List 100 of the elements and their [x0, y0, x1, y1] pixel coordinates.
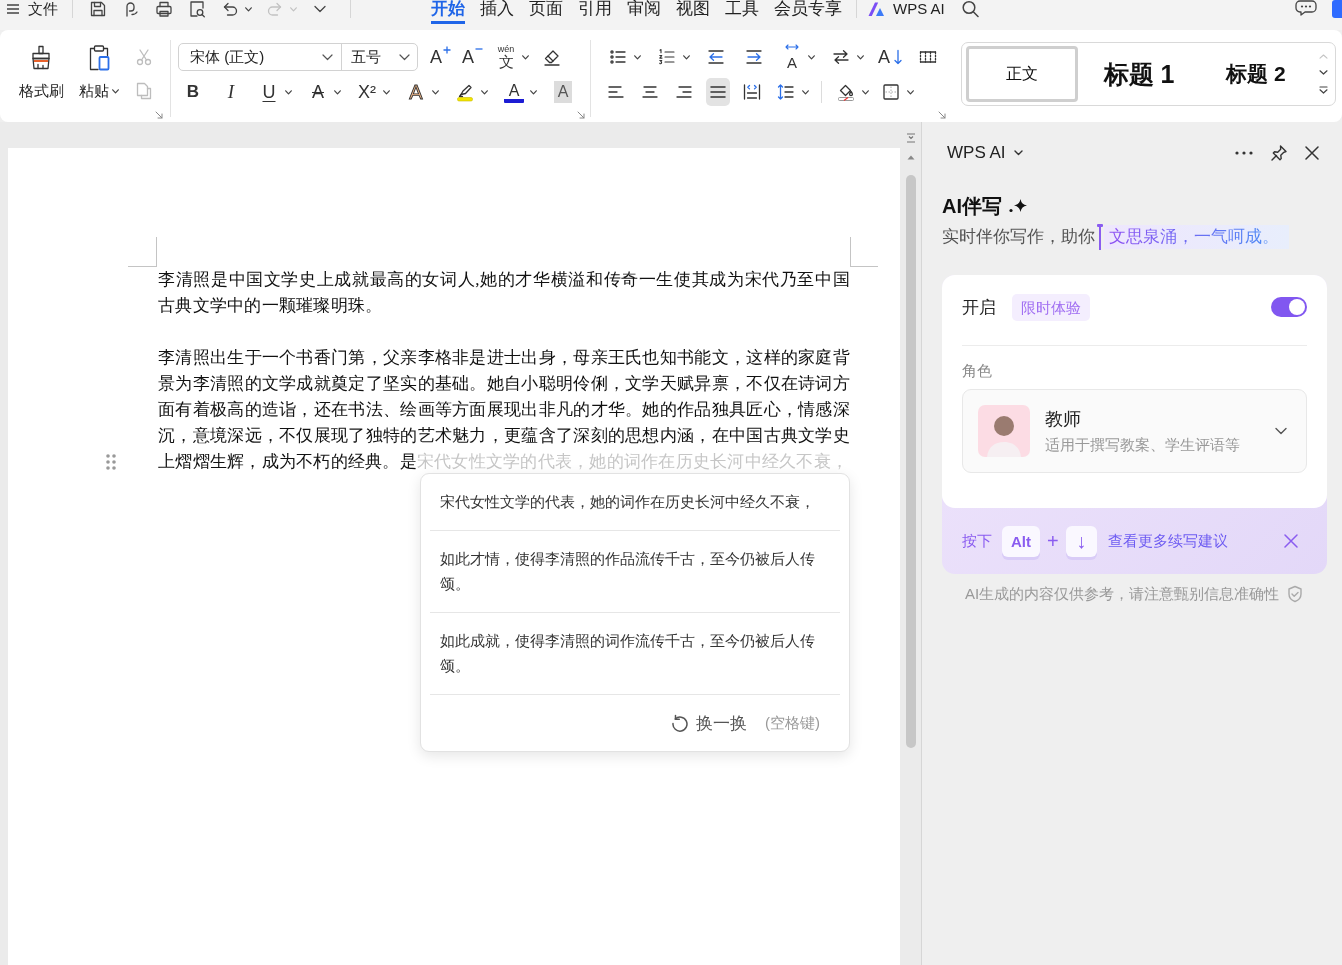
panel-title-dropdown[interactable]: WPS AI — [947, 143, 1023, 163]
caret-icon[interactable] — [808, 54, 815, 60]
style-option[interactable]: 标题 2 — [1200, 46, 1312, 102]
trial-badge: 限时体验 — [1012, 293, 1090, 321]
shortcut-hint: (空格键) — [765, 713, 820, 733]
border-grid-icon[interactable] — [881, 82, 901, 102]
sort-button[interactable]: A — [878, 43, 902, 71]
app-tile-icon[interactable] — [1332, 0, 1342, 18]
suggestion-option[interactable]: 如此才情，使得李清照的作品流传千古，至今仍被后人传颂。 — [430, 531, 840, 613]
keyboard-key: ↓ — [1065, 525, 1097, 557]
ribbon-tab[interactable]: 工具 — [725, 0, 759, 24]
gallery-expand-icon[interactable] — [1318, 86, 1328, 94]
dialog-launcher-icon[interactable] — [938, 111, 946, 119]
scrollbar-thumb[interactable] — [905, 175, 916, 748]
bullet-list-icon[interactable] — [608, 47, 628, 67]
swap-arrows-icon[interactable] — [831, 47, 851, 67]
font-color-button[interactable]: A — [502, 78, 537, 106]
more-suggestions-link[interactable]: 查看更多续写建议 — [1107, 531, 1228, 551]
caret-icon[interactable] — [907, 89, 914, 95]
enable-toggle[interactable] — [1271, 297, 1307, 317]
suggestion-option[interactable]: 宋代女性文学的代表，她的词作在历史长河中经久不衰， — [430, 474, 840, 531]
numbered-list-icon[interactable] — [657, 47, 677, 67]
file-menu-button[interactable]: 文件 — [7, 0, 58, 17]
save-icon[interactable] — [88, 0, 108, 19]
plus-sign: + — [1047, 529, 1059, 553]
role-label: 角色 — [962, 361, 993, 381]
ribbon-tab[interactable]: 开始 — [431, 0, 465, 24]
chat-bubble-icon[interactable] — [1295, 0, 1317, 16]
underline-button[interactable]: U — [257, 78, 292, 106]
caret-icon[interactable] — [245, 6, 252, 12]
outdent-icon[interactable] — [706, 47, 726, 67]
caret-icon[interactable] — [862, 89, 869, 95]
caret-icon[interactable] — [481, 89, 488, 95]
indent-icon[interactable] — [744, 47, 764, 67]
align-justify-button[interactable] — [706, 78, 730, 106]
superscript-button[interactable]: X² — [355, 78, 390, 106]
ribbon-tab[interactable]: 审阅 — [627, 0, 661, 24]
text-direction-button[interactable]: A — [780, 43, 815, 71]
paragraph-text: 李清照是中国文学史上成就最高的女词人,她的才华横溢和传奇一生使其成为宋代乃至中国古典文学中的一颗璀璨明珠。 — [158, 269, 850, 317]
caret-icon[interactable] — [522, 54, 530, 60]
wps-ai-tab[interactable]: WPS AI — [867, 0, 945, 17]
ribbon-tab[interactable]: 引用 — [578, 0, 612, 24]
printer-icon[interactable] — [154, 0, 174, 19]
caret-icon[interactable] — [285, 89, 292, 95]
line-spacing-icon[interactable] — [776, 82, 796, 102]
pin-icon[interactable] — [1270, 144, 1288, 162]
dialog-launcher-icon[interactable] — [577, 111, 585, 119]
paint-bucket-icon[interactable] — [836, 82, 856, 102]
enable-label: 开启 — [962, 296, 996, 319]
page-corner-mark — [850, 237, 878, 267]
caret-icon[interactable] — [432, 89, 439, 95]
plus-icon — [443, 46, 451, 54]
role-name: 教师 — [1045, 408, 1082, 431]
refresh-button[interactable]: 换一换 — [671, 711, 747, 735]
hint-text: 按下 — [962, 531, 992, 551]
shrink-font-button[interactable]: A — [462, 43, 484, 71]
feature-heading: AI伴写 — [942, 194, 1002, 219]
menu-icon — [7, 3, 19, 14]
shield-check-icon — [1287, 585, 1304, 603]
ribbon-tab[interactable]: 视图 — [676, 0, 710, 24]
ribbon-tab[interactable]: 插入 — [480, 0, 514, 24]
caret-icon[interactable] — [334, 89, 341, 95]
font-name-dropdown[interactable]: 宋体 (正文) — [179, 44, 342, 70]
italic-button[interactable]: I — [219, 78, 243, 106]
style-option[interactable]: 正文 — [966, 46, 1078, 102]
suggestion-option[interactable]: 如此成就，使得李清照的词作流传千古，至今仍被后人传颂。 — [430, 613, 840, 695]
disclaimer-text: AI生成的内容仅供参考，请注意甄别信息准确性 — [965, 584, 1280, 604]
caret-icon[interactable] — [1013, 150, 1023, 156]
paste-button[interactable]: 粘贴 — [76, 43, 122, 100]
highlighter-icon[interactable] — [455, 82, 475, 102]
format-painter-button[interactable]: 格式刷 — [18, 43, 64, 100]
font-size-dropdown[interactable]: 五号 — [342, 44, 417, 70]
phonetic-guide-button[interactable]: wén 文 — [494, 43, 530, 71]
double-arrow-icon — [784, 43, 800, 50]
ribbon-tab[interactable]: 会员专享 — [774, 0, 842, 24]
caret-icon[interactable] — [530, 89, 537, 95]
style-option[interactable]: 标题 1 — [1078, 46, 1200, 102]
avatar-icon — [978, 405, 1030, 457]
caret-icon[interactable] — [857, 54, 864, 60]
scroll-up-icon[interactable] — [906, 154, 915, 160]
print-preview-icon[interactable] — [187, 0, 207, 19]
caret-icon[interactable] — [634, 54, 641, 60]
gallery-down-icon[interactable] — [1318, 70, 1328, 75]
role-select[interactable]: 教师 适用于撰写教案、学生评语等 — [962, 389, 1307, 473]
search-icon[interactable] — [960, 0, 979, 18]
character-shading-button[interactable]: A — [551, 78, 575, 106]
close-icon[interactable] — [1305, 146, 1319, 160]
distribute-icon — [742, 82, 762, 102]
drag-handle-icon[interactable] — [105, 453, 117, 471]
strikethrough-button[interactable]: A — [306, 78, 341, 106]
grow-font-button[interactable]: A — [430, 43, 451, 71]
caret-icon[interactable] — [112, 88, 119, 94]
caret-icon[interactable] — [383, 89, 390, 95]
caret-icon[interactable] — [802, 89, 809, 95]
ribbon-tab[interactable]: 页面 — [529, 0, 563, 24]
more-icon[interactable] — [1235, 151, 1253, 155]
caret-icon[interactable] — [683, 54, 690, 60]
bold-button[interactable]: B — [181, 78, 205, 106]
split-view-icon[interactable] — [905, 133, 916, 143]
dialog-launcher-icon[interactable] — [155, 111, 163, 119]
